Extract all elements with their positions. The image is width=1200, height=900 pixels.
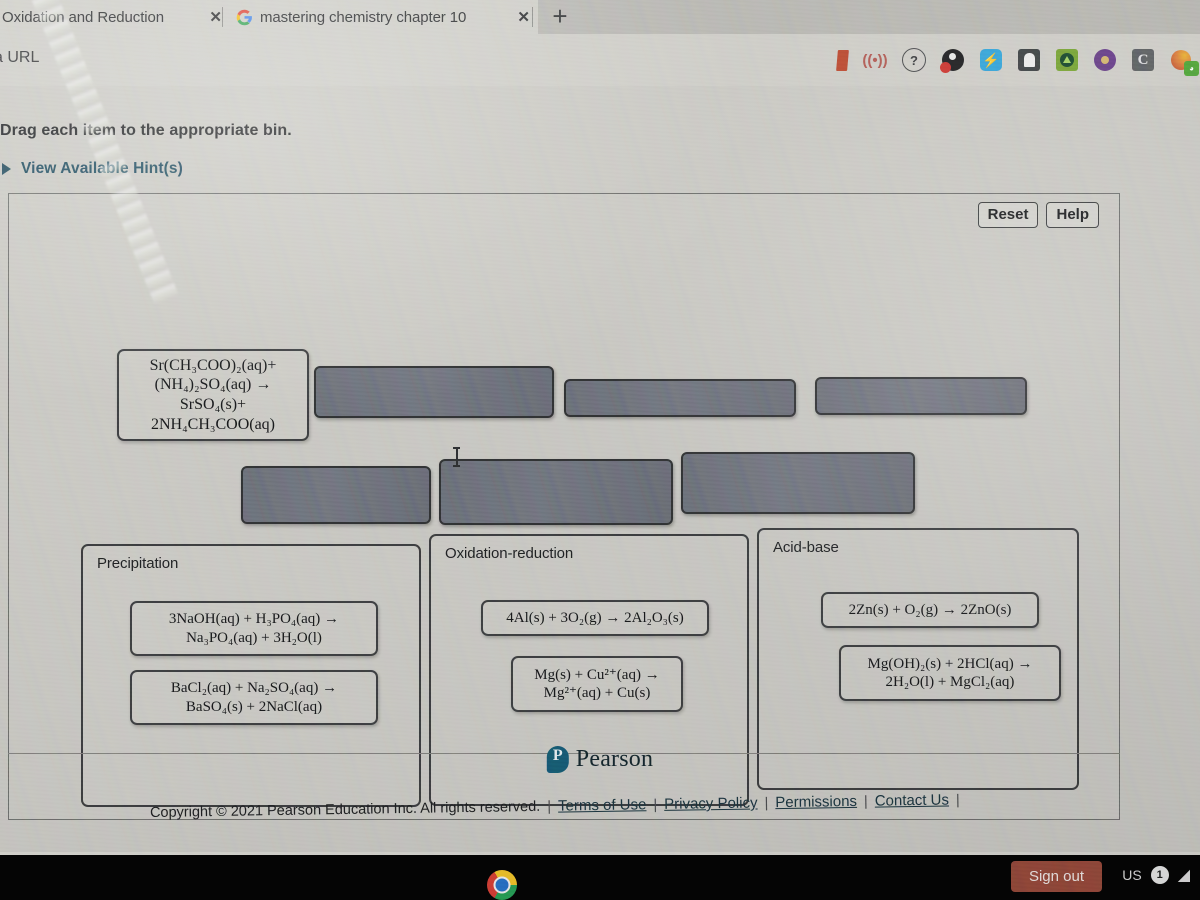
footer-separator: | [955,792,960,809]
privacy-policy-link[interactable]: Privacy Policy [664,794,758,812]
bin-label: Precipitation [97,555,179,572]
equation-text: 2Zn(s) + O₂(g) → 2ZnO(s) [848,601,1012,618]
equation-text: BaCl₂(aq) + Na₂SO₄(aq) → BaSO₄(s) + 2NaC… [170,680,338,715]
address-bar-text[interactable]: a URL [0,49,39,67]
equation-text: Mg(s) + Cu²⁺(aq) → Mg²⁺(aq) + Cu(s) [534,666,660,701]
notification-badge[interactable]: 1 [1150,866,1169,884]
draggable-equation-tile[interactable]: Sr(CH₃COO)₂(aq)+ (NH₄)₂SO₄(aq) → SrSO₄(s… [117,349,309,441]
equation-text: 3NaOH(aq) + H₃PO₄(aq) → Na₃PO₄(aq) + 3H₂… [168,611,340,646]
note-icon[interactable] [1018,49,1040,71]
pearson-logo: Pearson [546,746,654,773]
footer-separator: | [764,795,769,812]
drop-slot-4[interactable] [241,466,431,524]
sign-out-button[interactable]: Sign out [1010,861,1102,892]
help-button[interactable]: Help [1046,202,1099,228]
close-icon[interactable]: ✕ [203,8,222,26]
drop-slot-1[interactable] [314,366,554,418]
drive-icon[interactable] [1056,49,1078,71]
panel-toolbar: Reset Help [977,202,1099,228]
wifi-icon[interactable]: ◢ [1178,865,1190,885]
binned-equation-tile[interactable]: Mg(s) + Cu²⁺(aq) → Mg²⁺(aq) + Cu(s) [511,656,683,712]
answer-panel: Reset Help Sr(CH₃COO)₂(aq)+ (NH₄)₂SO₄(aq… [8,193,1120,820]
text-cursor [453,447,460,467]
permissions-link[interactable]: Permissions [775,793,857,811]
bookmark-icon[interactable] [836,49,849,71]
contact-us-link[interactable]: Contact Us [875,791,949,809]
bin-acid-base[interactable]: Acid-base 2Zn(s) + O₂(g) → 2ZnO(s) Mg(OH… [757,528,1079,790]
photo-of-laptop-screen: Oxidation and Reduction ✕ mastering chem… [0,0,1200,900]
drop-slot-3[interactable] [815,377,1027,415]
os-taskbar: Sign out US 1 ◢ [0,852,1200,900]
drop-slot-5[interactable] [439,459,673,525]
footer-separator: | [653,797,658,814]
grammarly-icon[interactable]: ◕ [1170,49,1199,76]
binned-equation-tile[interactable]: 2Zn(s) + O₂(g) → 2ZnO(s) [821,592,1039,628]
taskbar-edge [0,852,1200,855]
tab-divider [222,7,223,27]
terms-of-use-link[interactable]: Terms of Use [558,796,647,814]
equation-text: 4Al(s) + 3O₂(g) → 2Al₂O₃(s) [506,609,684,626]
tab-title: Oxidation and Reduction [2,8,164,26]
bin-label: Oxidation-reduction [445,545,574,562]
extension-icon-row: ((•)) ? ⚡ C ◕ [836,44,1199,76]
help-circle-icon[interactable]: ? [902,48,926,72]
google-g-icon [236,9,253,26]
rss-icon[interactable]: ((•)) [862,49,887,71]
binned-equation-tile[interactable]: BaCl₂(aq) + Na₂SO₄(aq) → BaSO₄(s) + 2NaC… [130,670,378,725]
binned-equation-tile[interactable]: 3NaOH(aq) + H₃PO₄(aq) → Na₃PO₄(aq) + 3H₂… [130,601,378,656]
new-tab-button[interactable]: + [545,3,575,31]
tab-title: mastering chemistry chapter 10 [260,8,467,26]
profile-avatar-icon[interactable] [1094,49,1116,71]
chrome-icon[interactable] [487,870,517,900]
footer-separator: | [547,798,552,815]
pearson-p-icon [546,746,569,773]
system-tray: US 1 ◢ [1122,865,1190,885]
tab-oxidation-and-reduction[interactable]: Oxidation and Reduction ✕ [0,0,230,34]
drop-slot-2[interactable] [564,379,796,417]
equation-text: Sr(CH₃COO)₂(aq)+ (NH₄)₂SO₄(aq) → SrSO₄(s… [149,356,277,433]
binned-equation-tile[interactable]: Mg(OH)₂(s) + 2HCl(aq) → 2H₂O(l) + MgCl₂(… [839,645,1061,701]
c-letter-icon[interactable]: C [1132,49,1154,71]
footer-separator: | [863,793,868,810]
locale-indicator[interactable]: US [1122,867,1141,883]
lightning-bolt-icon[interactable]: ⚡ [980,49,1002,71]
view-hints-toggle[interactable]: View Available Hint(s) [2,160,183,178]
tab-mastering-chemistry[interactable]: mastering chemistry chapter 10 ✕ [228,0,538,34]
extension-puzzle-icon[interactable] [940,49,964,73]
browser-tab-strip: Oxidation and Reduction ✕ mastering chem… [0,0,1200,34]
view-hints-label: View Available Hint(s) [21,160,183,177]
pearson-wordmark: Pearson [575,746,654,772]
close-icon[interactable]: ✕ [511,8,530,26]
page-title: Drag each item to the appropriate bin. [0,122,292,139]
chevron-right-icon [2,163,11,175]
equation-text: Mg(OH)₂(s) + 2HCl(aq) → 2H₂O(l) + MgCl₂(… [867,655,1033,690]
bin-label: Acid-base [773,539,839,556]
bin-precipitation[interactable]: Precipitation 3NaOH(aq) + H₃PO₄(aq) → Na… [81,544,421,807]
reset-button[interactable]: Reset [977,202,1039,228]
browser-toolbar: a URL ((•)) ? ⚡ C [0,34,1200,86]
mastering-chemistry-page: Drag each item to the appropriate bin. V… [0,86,1200,852]
binned-equation-tile[interactable]: 4Al(s) + 3O₂(g) → 2Al₂O₃(s) [481,600,709,636]
drop-slot-6[interactable] [681,452,915,514]
tab-divider [532,7,533,27]
